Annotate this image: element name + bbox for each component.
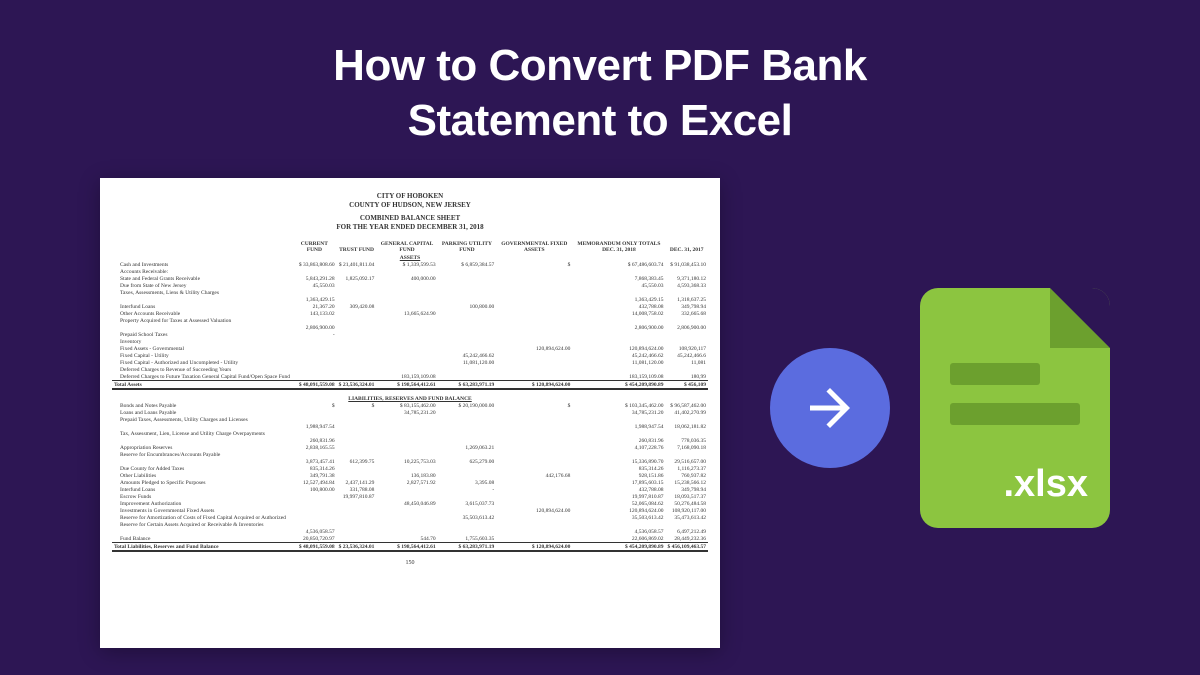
arrow-right-icon [770, 348, 890, 468]
page-number: 150 [112, 560, 708, 566]
pdf-document-preview: CITY OF HOBOKEN COUNTY OF HUDSON, NEW JE… [100, 178, 720, 648]
page-headline: How to Convert PDF Bank Statement to Exc… [0, 0, 1200, 148]
doc-header: CITY OF HOBOKEN COUNTY OF HUDSON, NEW JE… [112, 192, 708, 232]
balance-sheet-table: CURRENT FUNDTRUST FUNDGENERAL CAPITAL FU… [112, 240, 708, 552]
content-area: CITY OF HOBOKEN COUNTY OF HUDSON, NEW JE… [0, 168, 1200, 668]
xlsx-extension-label: .xlsx [1003, 463, 1088, 506]
xlsx-file-icon: .xlsx [920, 288, 1110, 528]
